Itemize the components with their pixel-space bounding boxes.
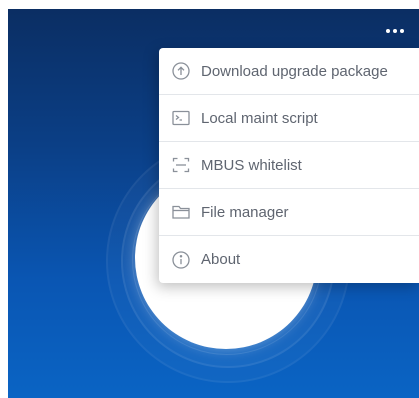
dropdown-menu: Download upgrade package Local maint scr…	[159, 48, 419, 283]
more-options-button[interactable]	[382, 23, 408, 39]
menu-item-file-manager[interactable]: File manager	[159, 189, 419, 236]
menu-item-label: File manager	[201, 203, 289, 221]
dot	[400, 29, 404, 33]
upload-circle-icon	[171, 61, 191, 81]
menu-item-local-maint-script[interactable]: Local maint script	[159, 95, 419, 142]
menu-item-label: About	[201, 251, 241, 268]
dot	[393, 29, 397, 33]
terminal-icon	[171, 108, 191, 128]
info-icon	[171, 250, 191, 270]
menu-item-label: Local maint script	[201, 109, 318, 127]
scan-frame-icon	[171, 155, 191, 175]
folder-icon	[171, 202, 191, 222]
menu-item-download-upgrade-package[interactable]: Download upgrade package	[159, 48, 419, 95]
menu-item-label: Download upgrade package	[201, 62, 388, 80]
menu-item-label: MBUS whitelist	[201, 156, 302, 174]
menu-item-about[interactable]: About	[159, 236, 419, 283]
menu-item-mbus-whitelist[interactable]: MBUS whitelist	[159, 142, 419, 189]
dot	[386, 29, 390, 33]
